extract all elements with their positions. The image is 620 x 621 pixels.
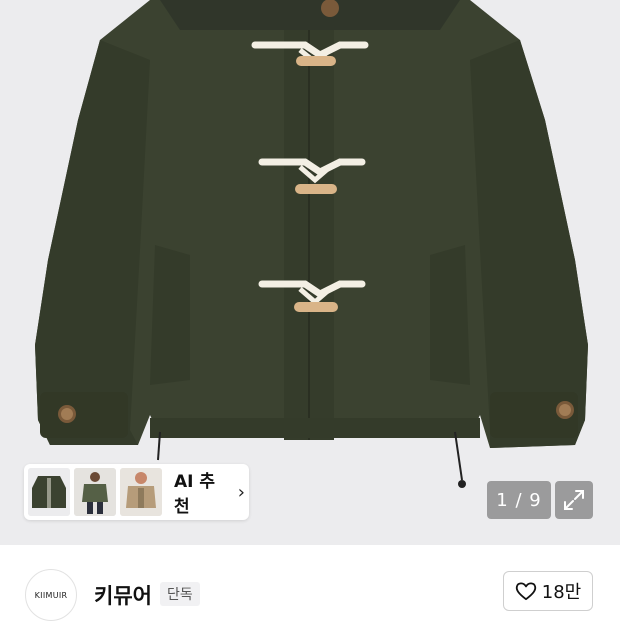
like-button[interactable]: 18만: [503, 571, 593, 611]
expand-image-button[interactable]: [555, 481, 593, 519]
ai-thumb-jacket: [28, 468, 70, 516]
brand-logo[interactable]: KIIMUIR: [25, 569, 77, 621]
heart-outline-icon: [515, 582, 536, 601]
brand-name[interactable]: 키뮤어: [94, 580, 152, 610]
ai-thumb-model-green: [74, 468, 116, 516]
exclusive-badge: 단독: [160, 582, 200, 606]
ai-recommend-chip[interactable]: AI 추천 ›: [24, 464, 249, 520]
product-gallery[interactable]: AI 추천 › 1 / 9: [0, 0, 620, 545]
like-count: 18만: [541, 582, 582, 603]
expand-arrows-icon: [564, 490, 584, 510]
image-counter: 1 / 9: [487, 481, 551, 519]
ai-recommend-label: AI 추천 ›: [174, 472, 245, 517]
ai-thumb-model-beige: [120, 468, 162, 516]
chevron-right-icon: ›: [237, 481, 245, 503]
